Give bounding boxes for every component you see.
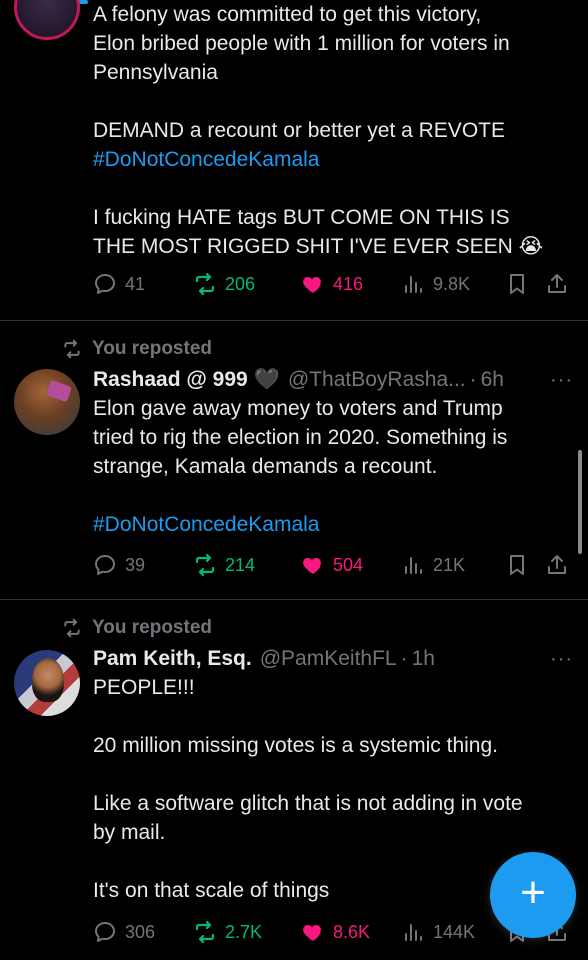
views-icon <box>405 557 422 574</box>
repost-small-icon <box>64 618 80 638</box>
bookmark-icon <box>510 555 524 575</box>
compose-plus-icon: + <box>520 868 546 917</box>
display-name[interactable]: Rashaad @ 999 <box>93 366 248 394</box>
views-count: 9.8K <box>433 273 471 294</box>
repost-indicator: You reposted <box>62 338 212 360</box>
like-count: 504 <box>333 554 364 575</box>
user-handle[interactable]: @ThatBoyRasha... <box>288 366 466 394</box>
avatar[interactable] <box>14 650 80 716</box>
bookmark-icon <box>510 274 524 294</box>
views-count: 144K <box>433 921 476 942</box>
repost-count: 206 <box>225 273 256 294</box>
tweet-2[interactable]: You reposted Rashaad @ 999 🖤 @ThatBoyRas… <box>0 321 588 599</box>
hashtag-link[interactable]: #DoNotConcedeKamala <box>93 510 575 539</box>
tweet-line: 20 million missing votes is a systemic t… <box>93 734 498 757</box>
hashtag-link[interactable]: #DoNotConcedeKamala <box>93 145 575 174</box>
repost-indicator: You reposted <box>62 617 212 639</box>
tweet-line: Elon gave away money to voters and Trump <box>93 397 503 420</box>
views-button[interactable]: 9.8K <box>401 272 505 296</box>
tweet-header: Pam Keith, Esq. @PamKeithFL · 1h ··· <box>93 645 575 673</box>
heart-icon <box>303 277 321 293</box>
scrollbar[interactable] <box>578 450 582 554</box>
repost-button[interactable]: 206 <box>193 272 301 296</box>
tweet-line: strange, Kamala demands a recount. <box>93 455 438 478</box>
views-button[interactable]: 21K <box>401 553 505 577</box>
tweet-header: Rashaad @ 999 🖤 @ThatBoyRasha... · 6h ··… <box>93 366 575 394</box>
separator-dot: · <box>400 647 408 670</box>
tweet-line: A felony was committed to get this victo… <box>93 3 482 26</box>
crying-emoji: 😭 <box>518 235 544 258</box>
more-options-icon[interactable]: ··· <box>550 366 573 394</box>
like-button[interactable]: 504 <box>301 553 401 577</box>
tweet-line: tried to rig the election in 2020. Somet… <box>93 426 508 449</box>
repost-count: 2.7K <box>225 921 263 942</box>
reply-icon <box>95 274 115 294</box>
views-button[interactable]: 144K <box>401 920 505 944</box>
tweet-line: DEMAND a recount or better yet a REVOTE <box>93 119 505 142</box>
tweet-line: PEOPLE!!! <box>93 676 195 699</box>
reply-button[interactable]: 41 <box>93 272 193 296</box>
timestamp[interactable]: 6h <box>481 366 504 394</box>
user-handle[interactable]: @PamKeithFL <box>260 645 397 673</box>
like-count: 8.6K <box>333 921 371 942</box>
repost-icon <box>195 553 215 577</box>
share-icon <box>548 555 566 574</box>
views-icon <box>405 276 422 293</box>
reply-button[interactable]: 39 <box>93 553 193 577</box>
share-icon <box>548 274 566 293</box>
repost-icon <box>195 272 215 296</box>
bookmark-button[interactable] <box>505 272 545 296</box>
tweet-line: Pennsylvania <box>93 61 218 84</box>
share-button[interactable] <box>545 553 573 577</box>
tweet-1[interactable]: A felony was committed to get this victo… <box>0 0 588 320</box>
display-name[interactable]: Pam Keith, Esq. <box>93 645 252 673</box>
reply-icon <box>95 922 115 942</box>
heart-icon <box>303 925 321 941</box>
tweet-line: by mail. <box>93 821 166 844</box>
like-count: 416 <box>333 273 364 294</box>
avatar[interactable] <box>14 369 80 435</box>
tweet-text: A felony was committed to get this victo… <box>93 0 575 261</box>
like-button[interactable]: 416 <box>301 272 401 296</box>
repost-label: You reposted <box>92 617 212 638</box>
repost-icon <box>195 920 215 944</box>
compose-button[interactable]: + <box>490 852 576 938</box>
tweet-line: I fucking HATE tags BUT COME ON THIS IS <box>93 206 510 229</box>
repost-button[interactable]: 214 <box>193 553 301 577</box>
like-button[interactable]: 8.6K <box>301 920 401 944</box>
reply-count: 306 <box>125 921 156 942</box>
avatar[interactable] <box>14 0 80 40</box>
views-count: 21K <box>433 554 466 575</box>
action-bar: 39 214 504 21K <box>93 553 573 577</box>
repost-button[interactable]: 2.7K <box>193 920 301 944</box>
reply-count: 39 <box>125 554 146 575</box>
heart-icon <box>303 558 321 574</box>
tweet-line: THE MOST RIGGED SHIT I'VE EVER SEEN 😭 <box>93 235 544 258</box>
timestamp[interactable]: 1h <box>412 645 435 673</box>
views-icon <box>405 924 422 941</box>
action-bar: 41 206 416 9.8K <box>93 272 573 296</box>
repost-label: You reposted <box>92 338 212 359</box>
separator-dot: · <box>469 368 477 391</box>
more-options-icon[interactable]: ··· <box>550 645 573 673</box>
reply-icon <box>95 555 115 575</box>
share-button[interactable] <box>545 272 573 296</box>
tweet-line: Like a software glitch that is not addin… <box>93 792 523 815</box>
bookmark-button[interactable] <box>505 553 545 577</box>
repost-small-icon <box>64 339 80 359</box>
black-heart-emoji: 🖤 <box>253 368 280 391</box>
reply-button[interactable]: 306 <box>93 920 193 944</box>
tweet-line: Elon bribed people with 1 million for vo… <box>93 32 510 55</box>
repost-count: 214 <box>225 554 256 575</box>
reply-count: 41 <box>125 273 146 294</box>
tweet-text: Elon gave away money to voters and Trump… <box>93 394 575 539</box>
